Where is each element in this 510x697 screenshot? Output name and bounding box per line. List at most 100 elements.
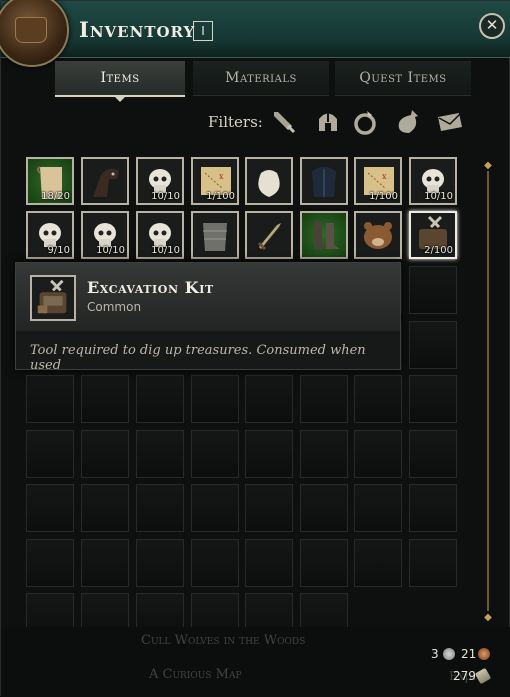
close-button[interactable]: ✕ bbox=[479, 13, 505, 39]
item-slot[interactable] bbox=[354, 211, 402, 259]
empty-slot[interactable] bbox=[81, 375, 129, 423]
other-currency-amount: 279 bbox=[453, 669, 476, 683]
helmet-icon[interactable] bbox=[313, 107, 343, 137]
empty-slot[interactable] bbox=[245, 430, 293, 478]
scroll-down-arrow-icon[interactable]: ◆ bbox=[483, 613, 493, 623]
quest-entry[interactable]: Cull Wolves in the Woods bbox=[141, 633, 305, 648]
empty-slot[interactable] bbox=[136, 484, 184, 532]
empty-slot[interactable] bbox=[409, 539, 457, 587]
empty-slot[interactable] bbox=[354, 539, 402, 587]
scrollbar[interactable]: ◆ ◆ bbox=[483, 161, 493, 623]
filters-label: Filters: bbox=[208, 113, 263, 131]
empty-slot[interactable] bbox=[191, 484, 239, 532]
silver-amount: 3 bbox=[431, 647, 439, 661]
empty-slot[interactable] bbox=[300, 375, 348, 423]
chainmail-icon bbox=[203, 223, 227, 251]
svg-text:x: x bbox=[382, 172, 387, 181]
empty-slot[interactable] bbox=[300, 484, 348, 532]
backpack-icon bbox=[0, 0, 69, 67]
inventory-window: Inventory I ✕ Items Materials Quest Item… bbox=[0, 0, 510, 697]
item-quantity: 9/10 bbox=[47, 245, 70, 256]
item-slot[interactable]: 9/10 bbox=[26, 211, 74, 259]
tooltip-header: Excavation Kit Common bbox=[16, 263, 400, 331]
empty-slot[interactable] bbox=[245, 484, 293, 532]
empty-slot[interactable] bbox=[81, 430, 129, 478]
dagger-icon bbox=[257, 223, 281, 251]
empty-slot[interactable] bbox=[409, 321, 457, 369]
mark-token-icon bbox=[474, 667, 492, 685]
sword-icon[interactable] bbox=[269, 107, 299, 137]
empty-slot[interactable] bbox=[354, 484, 402, 532]
sack-icon bbox=[258, 170, 280, 197]
item-slot[interactable]: x 1/100 bbox=[191, 157, 239, 205]
empty-slot[interactable] bbox=[136, 430, 184, 478]
window-title: Inventory bbox=[79, 17, 196, 42]
empty-slot[interactable] bbox=[354, 375, 402, 423]
empty-slot[interactable] bbox=[26, 375, 74, 423]
scroll-track[interactable] bbox=[487, 171, 489, 611]
copper-coin-icon bbox=[478, 648, 490, 660]
scroll-up-arrow-icon[interactable]: ◆ bbox=[483, 161, 493, 171]
empty-slot[interactable] bbox=[300, 539, 348, 587]
potion-icon[interactable] bbox=[393, 107, 423, 137]
item-slot[interactable] bbox=[245, 157, 293, 205]
silver-coin-icon bbox=[443, 648, 455, 660]
bear-icon bbox=[364, 222, 392, 249]
empty-slot[interactable] bbox=[300, 430, 348, 478]
empty-slot[interactable] bbox=[26, 430, 74, 478]
empty-slot[interactable] bbox=[81, 484, 129, 532]
item-slot[interactable]: 10/10 bbox=[81, 211, 129, 259]
empty-slot[interactable] bbox=[245, 539, 293, 587]
item-quantity: 2/100 bbox=[424, 245, 453, 256]
tab-materials[interactable]: Materials bbox=[193, 61, 329, 96]
empty-slot[interactable] bbox=[409, 266, 457, 314]
empty-slot[interactable] bbox=[354, 430, 402, 478]
item-slot[interactable]: x 1/100 bbox=[354, 157, 402, 205]
scroll-icon[interactable] bbox=[435, 107, 465, 137]
empty-slot[interactable] bbox=[409, 430, 457, 478]
item-slot[interactable]: 10/10 bbox=[136, 211, 184, 259]
empty-slot[interactable] bbox=[191, 375, 239, 423]
close-icon: ✕ bbox=[485, 16, 499, 34]
empty-slot[interactable] bbox=[245, 375, 293, 423]
tooltip-item-description: Tool required to dig up treasures. Consu… bbox=[30, 343, 366, 373]
item-quantity: 1/100 bbox=[369, 191, 398, 202]
excavation-kit-icon bbox=[30, 275, 76, 321]
quest-entry[interactable]: A Curious Map bbox=[149, 667, 242, 682]
item-slot[interactable]: 10/10 bbox=[136, 157, 184, 205]
empty-slot[interactable] bbox=[409, 484, 457, 532]
item-quantity: 10/10 bbox=[151, 245, 180, 256]
item-slot[interactable]: 2/100 bbox=[409, 211, 457, 259]
hotkey-badge: I bbox=[193, 21, 213, 41]
empty-slot[interactable] bbox=[81, 539, 129, 587]
item-slot[interactable] bbox=[245, 211, 293, 259]
title-bar: Inventory I ✕ bbox=[0, 0, 510, 67]
tab-items[interactable]: Items bbox=[55, 61, 185, 102]
item-quantity: 10/10 bbox=[424, 191, 453, 202]
empty-slot[interactable] bbox=[26, 539, 74, 587]
tab-bar: Items Materials Quest Items bbox=[55, 61, 471, 102]
svg-text:x: x bbox=[219, 172, 224, 181]
empty-slot[interactable] bbox=[191, 430, 239, 478]
item-slot[interactable] bbox=[300, 211, 348, 259]
item-slot[interactable] bbox=[191, 211, 239, 259]
empty-slot[interactable] bbox=[409, 375, 457, 423]
ring-icon[interactable] bbox=[351, 107, 381, 137]
tooltip-item-rarity: Common bbox=[87, 300, 142, 314]
empty-slot[interactable] bbox=[136, 375, 184, 423]
tab-quest-items[interactable]: Quest Items bbox=[335, 61, 471, 96]
empty-slot[interactable] bbox=[136, 539, 184, 587]
item-quantity: 1/100 bbox=[206, 191, 235, 202]
copper-amount: 21 bbox=[461, 647, 477, 661]
boots-icon bbox=[314, 221, 340, 249]
tooltip-item-name: Excavation Kit bbox=[87, 278, 214, 297]
horse-icon bbox=[93, 168, 119, 197]
empty-slot[interactable] bbox=[26, 484, 74, 532]
item-quantity: 18/20 bbox=[41, 191, 70, 202]
item-slot[interactable] bbox=[300, 157, 348, 205]
item-slot[interactable] bbox=[81, 157, 129, 205]
item-quantity: 10/10 bbox=[96, 245, 125, 256]
item-slot[interactable]: 18/20 bbox=[26, 157, 74, 205]
empty-slot[interactable] bbox=[191, 539, 239, 587]
item-slot[interactable]: 10/10 bbox=[409, 157, 457, 205]
